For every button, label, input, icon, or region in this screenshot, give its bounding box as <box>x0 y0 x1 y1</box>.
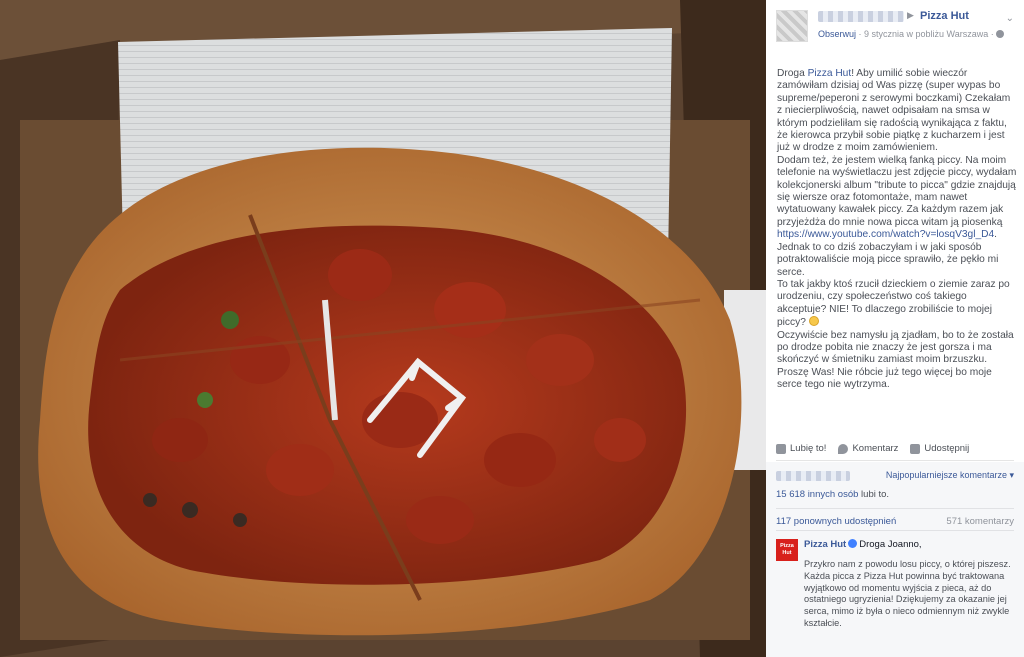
pizza-box-image <box>0 0 766 657</box>
comment-button[interactable]: Komentarz <box>838 443 898 454</box>
comment-icon <box>838 443 849 454</box>
globe-icon <box>996 30 1005 38</box>
post-paragraph: Oczywiście bez namysłu ją zjadłam, bo to… <box>777 329 1014 391</box>
smile-emoji-icon <box>808 316 819 327</box>
follow-link[interactable]: Obserwuj <box>818 29 856 39</box>
comment-author-link[interactable]: Pizza Hut <box>804 539 846 550</box>
like-button[interactable]: Lubię to! <box>776 443 826 454</box>
comment-greeting: Droga Joanno, <box>859 539 922 550</box>
comment-sort-dropdown[interactable]: Najpopularniejsze komentarze ▾ <box>886 470 1014 481</box>
avatar[interactable] <box>776 10 808 42</box>
post-actions: Lubię to! Komentarz Udostępnij <box>776 437 1014 461</box>
thumbs-up-icon <box>776 443 786 454</box>
post-header: ▶ Pizza Hut Obserwuj · 9 stycznia w pobl… <box>766 0 1024 52</box>
chevron-down-icon[interactable]: ⌄ <box>1006 13 1014 24</box>
pizza-hut-mention[interactable]: Pizza Hut <box>808 68 852 79</box>
liker-row: Najpopularniejsze komentarze ▾ <box>776 468 1014 484</box>
post-paragraph: Droga Pizza Hut! Aby umilić sobie wieczó… <box>777 68 1011 154</box>
post-paragraph: Jednak to co dziś zobaczyłam i w jaki sp… <box>777 241 999 278</box>
divider <box>776 530 1014 531</box>
youtube-link[interactable]: https://www.youtube.com/watch?v=losqV3gl… <box>777 229 994 240</box>
comment-body: Przykro nam z powodu losu piccy, o które… <box>804 559 1011 628</box>
post-paragraph: Dodam też, że jestem wielką fanką piccy.… <box>777 154 1017 241</box>
poster-name-blurred[interactable] <box>818 11 904 22</box>
comments-count[interactable]: 571 komentarzy <box>946 516 1014 527</box>
pizza-hut-logo[interactable]: Pizza Hut <box>776 539 798 561</box>
shares-count-link[interactable]: 117 ponownych udostępnień <box>776 516 896 527</box>
divider <box>776 508 1014 509</box>
post-text: Droga Pizza Hut! Aby umilić sobie wieczó… <box>777 68 1017 392</box>
post-panel: ▶ Pizza Hut Obserwuj · 9 stycznia w pobl… <box>766 0 1024 657</box>
arrow-right-icon: ▶ <box>907 10 914 20</box>
feedback-section: Najpopularniejsze komentarze ▾ 15 618 in… <box>766 462 1024 657</box>
post-meta: Obserwuj · 9 stycznia w pobliżu Warszawa… <box>818 29 1005 39</box>
comment-header: Pizza Hut Droga Joanno, <box>804 539 922 550</box>
liker-name-blurred[interactable] <box>776 471 850 481</box>
post-paragraph: To tak jakby ktoś rzucił dzieckiem o zie… <box>777 278 1010 329</box>
likes-count-link[interactable]: 15 618 innych osób <box>776 489 858 500</box>
verified-badge-icon <box>848 539 858 548</box>
likes-summary: 15 618 innych osób lubi to. <box>776 489 890 500</box>
post-timestamp[interactable]: · 9 stycznia w pobliżu Warszawa · <box>856 29 996 39</box>
post-photo[interactable] <box>0 0 766 657</box>
share-button[interactable]: Udostępnij <box>910 443 969 454</box>
page-name-link[interactable]: Pizza Hut <box>920 10 969 22</box>
share-icon <box>910 443 921 454</box>
